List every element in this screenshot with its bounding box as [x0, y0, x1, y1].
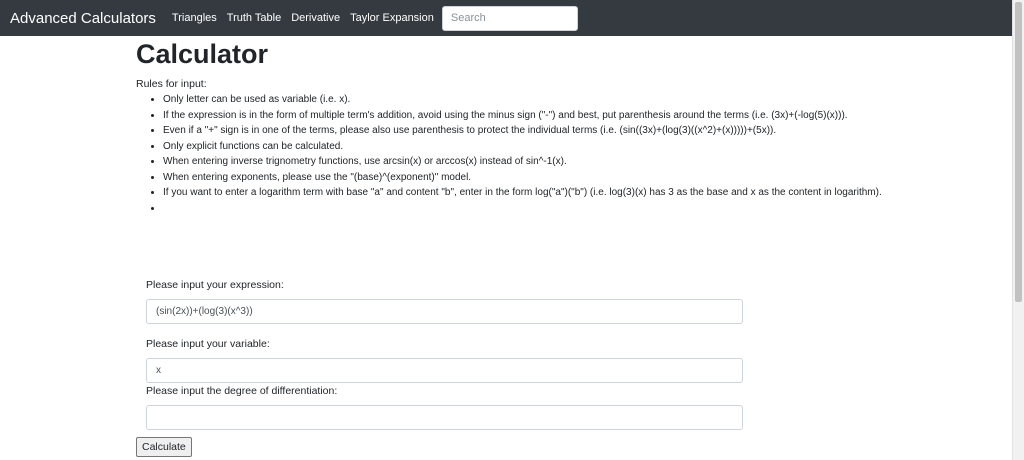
navbar: Advanced Calculators Triangles Truth Tab… — [0, 0, 1013, 36]
rule-item-empty — [163, 201, 886, 217]
rule-item: If you want to enter a logarithm term wi… — [163, 185, 886, 201]
rule-item: Only explicit functions can be calculate… — [163, 139, 886, 155]
scrollbar-thumb[interactable] — [1015, 2, 1022, 302]
rule-item: When entering exponents, please use the … — [163, 170, 886, 186]
main-content: Calculator Rules for input: Only letter … — [136, 36, 886, 216]
variable-label: Please input your variable: — [146, 338, 270, 350]
degree-input[interactable] — [146, 405, 743, 430]
variable-input[interactable] — [146, 358, 743, 383]
page-title: Calculator — [136, 39, 269, 69]
calculate-button[interactable]: Calculate — [136, 437, 192, 457]
rule-item: Only letter can be used as variable (i.e… — [163, 92, 886, 108]
rule-item: Even if a "+" sign is in one of the term… — [163, 123, 886, 139]
nav-link-derivative[interactable]: Derivative — [291, 12, 340, 24]
nav-link-truth-table[interactable]: Truth Table — [227, 12, 281, 24]
rules-list: Only letter can be used as variable (i.e… — [136, 92, 886, 216]
expression-input[interactable] — [146, 299, 743, 324]
calculator-form: Please input your expression: Please inp… — [146, 276, 743, 430]
degree-label: Please input the degree of differentiati… — [146, 385, 338, 397]
nav-link-taylor-expansion[interactable]: Taylor Expansion — [350, 12, 434, 24]
rules-title: Rules for input: — [136, 78, 207, 90]
expression-label: Please input your expression: — [146, 279, 284, 291]
search-input[interactable] — [441, 5, 578, 31]
nav-link-triangles[interactable]: Triangles — [172, 12, 217, 24]
vertical-scrollbar[interactable] — [1012, 0, 1024, 460]
brand-link[interactable]: Advanced Calculators — [10, 10, 156, 27]
rule-item: When entering inverse trignometry functi… — [163, 154, 886, 170]
rule-item: If the expression is in the form of mult… — [163, 108, 886, 124]
